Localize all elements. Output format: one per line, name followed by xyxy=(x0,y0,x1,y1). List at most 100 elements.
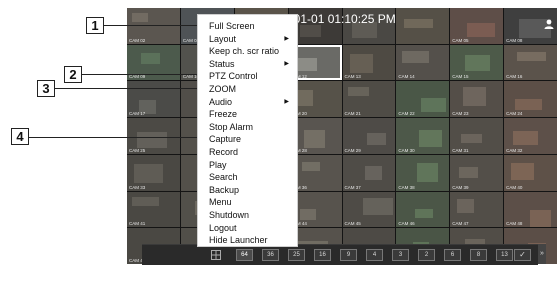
menu-item-audio[interactable]: Audio ▶ xyxy=(209,96,295,108)
camera-image xyxy=(297,57,318,72)
camera-tile[interactable]: CAM 41 xyxy=(127,191,180,228)
menu-item-play[interactable]: Play xyxy=(209,159,295,171)
callout-4: 4 xyxy=(11,128,29,145)
layout-split-button[interactable]: 13 xyxy=(496,249,513,261)
camera-label: CAM 40 xyxy=(506,184,523,190)
camera-tile[interactable]: CAM 23 xyxy=(450,81,504,118)
camera-tile[interactable]: CAM 48 xyxy=(504,191,557,228)
menu-item-label: Stop Alarm xyxy=(209,121,254,132)
user-icon[interactable] xyxy=(543,18,555,30)
camera-label: CAM 47 xyxy=(452,221,469,227)
camera-tile[interactable]: CAM 25 xyxy=(127,118,180,154)
menu-item-record[interactable]: Record xyxy=(209,146,295,158)
camera-tile[interactable]: CAM 47 xyxy=(450,191,504,228)
camera-image xyxy=(513,130,538,145)
menu-item-stop-alarm[interactable]: Stop Alarm xyxy=(209,121,295,133)
camera-image xyxy=(140,52,160,65)
camera-tile[interactable]: CAM 40 xyxy=(504,154,557,191)
camera-tile[interactable]: CAM 14 xyxy=(396,44,450,81)
camera-tile[interactable]: CAM 38 xyxy=(396,154,450,191)
camera-tile[interactable]: CAM 17 xyxy=(127,81,180,118)
camera-label: CAM 17 xyxy=(129,111,146,117)
menu-item-ptz-control[interactable]: PTZ Control xyxy=(209,70,295,82)
camera-tile[interactable]: CAM 45 xyxy=(342,191,396,228)
camera-tile[interactable]: CAM 16 xyxy=(504,44,557,81)
layout-split-button[interactable]: 6 xyxy=(444,249,461,261)
camera-image xyxy=(301,161,321,171)
camera-image xyxy=(136,132,168,149)
launcher-more-button[interactable]: » xyxy=(538,244,546,264)
camera-image xyxy=(362,198,394,215)
camera-label: CAM 33 xyxy=(129,184,146,190)
context-menu: Full Screen Layout ▶ Keep ch. scr ratio Stat… xyxy=(197,14,298,247)
menu-item-label: Play xyxy=(209,159,227,170)
menu-item-menu[interactable]: Menu xyxy=(209,196,295,208)
menu-item-label: Keep ch. scr ratio xyxy=(209,46,280,57)
menu-item-label: Capture xyxy=(209,134,242,145)
camera-tile[interactable]: CAM 21 xyxy=(342,81,396,118)
menu-item-zoom[interactable]: ZOOM xyxy=(209,83,295,95)
camera-tile[interactable]: CAM 39 xyxy=(450,154,504,191)
camera-label: CAM 48 xyxy=(506,221,523,227)
menu-item-shutdown[interactable]: Shutdown xyxy=(209,209,295,221)
menu-item-label: Audio xyxy=(209,96,233,107)
camera-tile[interactable]: CAM 33 xyxy=(127,154,180,191)
menu-item-hide-launcher[interactable]: Hide Launcher xyxy=(209,234,295,246)
menu-item-keep-ch-scr-ratio[interactable]: Keep ch. scr ratio xyxy=(209,45,295,57)
check-icon[interactable]: ✓ xyxy=(514,249,531,261)
camera-label: CAM 39 xyxy=(452,184,469,190)
camera-label: CAM 32 xyxy=(506,147,523,153)
menu-item-status[interactable]: Status ▶ xyxy=(209,58,295,70)
menu-item-capture[interactable]: Capture xyxy=(209,133,295,145)
layout-split-button[interactable]: 8 xyxy=(470,249,487,261)
camera-tile[interactable]: CAM 46 xyxy=(396,191,450,228)
camera-tile[interactable]: CAM 30 xyxy=(396,118,450,154)
camera-tile[interactable]: CAM 15 xyxy=(450,44,504,81)
layout-split-button[interactable]: 64 xyxy=(236,249,253,261)
camera-tile[interactable]: CAM 32 xyxy=(504,118,557,154)
menu-item-backup[interactable]: Backup xyxy=(209,184,295,196)
camera-label: CAM 13 xyxy=(344,74,361,80)
camera-tile[interactable]: CAM 31 xyxy=(450,118,504,154)
launcher-layout-icon[interactable] xyxy=(210,249,222,261)
menu-item-full-screen[interactable]: Full Screen xyxy=(209,20,295,32)
layout-split-button[interactable]: 2 xyxy=(418,249,435,261)
submenu-arrow-icon: ▶ xyxy=(284,60,289,67)
camera-tile[interactable]: CAM 29 xyxy=(342,118,396,154)
layout-split-button[interactable]: 9 xyxy=(340,249,357,261)
camera-tile[interactable]: CAM 05 xyxy=(450,8,504,44)
menu-item-label: Record xyxy=(209,147,239,157)
camera-tile[interactable]: CAM 22 xyxy=(396,81,450,118)
camera-tile[interactable] xyxy=(396,8,450,44)
camera-tile[interactable]: CAM 09 xyxy=(127,44,180,81)
layout-split-button[interactable]: 25 xyxy=(288,249,305,261)
menu-item-label: PTZ Control xyxy=(209,71,258,82)
camera-tile[interactable]: CAM 37 xyxy=(342,154,396,191)
camera-tile[interactable]: CAM 24 xyxy=(504,81,557,118)
camera-image xyxy=(456,199,474,213)
menu-item-label: Freeze xyxy=(209,109,238,120)
menu-item-layout[interactable]: Layout ▶ xyxy=(209,33,295,45)
layout-split-button[interactable]: 4 xyxy=(366,249,383,261)
camera-tile[interactable]: CAM 13 xyxy=(342,44,396,81)
layout-split-button[interactable]: 36 xyxy=(262,249,279,261)
camera-label: CAM 14 xyxy=(398,74,415,80)
menu-item-freeze[interactable]: Freeze xyxy=(209,108,295,120)
camera-label: CAM 45 xyxy=(344,221,361,227)
layout-split-button[interactable]: 3 xyxy=(392,249,409,261)
camera-image xyxy=(132,196,159,206)
menu-item-label: Hide Launcher xyxy=(209,235,268,246)
menu-item-logout[interactable]: Logout xyxy=(209,222,295,234)
camera-image xyxy=(347,86,369,96)
camera-image xyxy=(299,208,317,221)
camera-label: CAM 38 xyxy=(398,184,415,190)
camera-label: CAM 41 xyxy=(129,221,146,227)
camera-label: CAM 25 xyxy=(129,147,146,153)
menu-item-label: Search xyxy=(209,172,238,183)
menu-item-label: Layout xyxy=(209,33,237,44)
camera-image xyxy=(530,210,551,228)
camera-image xyxy=(349,54,374,74)
menu-item-search[interactable]: Search xyxy=(209,171,295,183)
camera-image xyxy=(517,51,547,61)
layout-split-button[interactable]: 16 xyxy=(314,249,331,261)
